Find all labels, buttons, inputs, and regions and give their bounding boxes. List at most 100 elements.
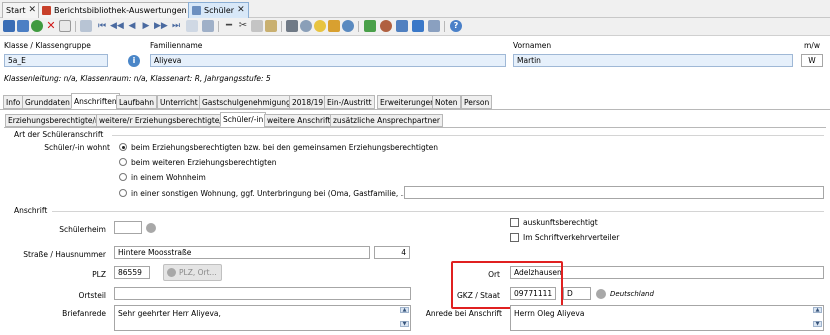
tab-info[interactable]: Info [3,95,24,109]
copy-clipboard-icon[interactable] [251,20,263,32]
tab-ein-austritt[interactable]: Ein-/Austritt [324,95,375,109]
option-label: in einer sonstigen Wohnung, ggf. Unterbr… [131,189,411,198]
plz-ort-button[interactable]: PLZ, Ort... [163,264,222,281]
export-icon[interactable] [412,20,424,32]
tab-erweiterungen[interactable]: Erweiterungen [377,95,438,109]
klassenleitung-info: Klassenleitung: n/a, Klassenraum: n/a, K… [4,74,271,83]
save-all-icon[interactable] [17,20,29,32]
scroll-down-icon[interactable]: ▼ [813,321,822,327]
previous-page-icon[interactable]: ◀◀ [110,20,124,32]
radio-wohnheim[interactable] [119,173,127,181]
tab-grunddaten[interactable]: Grunddaten [22,95,73,109]
klasse-field[interactable]: 5a_E [4,54,108,67]
toolbar: ✕ ⏮ ◀◀ ◀ ▶ ▶▶ ⏭ ━ ✂ ? [0,18,830,36]
mw-field[interactable]: W [801,54,823,67]
student-icon [192,6,201,15]
hausnummer-field[interactable]: 4 [374,246,410,259]
first-record-icon[interactable]: ⏮ [96,20,108,32]
doc-tab-label: Start [6,6,26,15]
scroll-up-icon[interactable]: ▲ [400,307,409,313]
cut-icon[interactable]: ✂ [237,20,249,32]
brush-icon[interactable] [328,20,340,32]
tab-schuljahr[interactable]: 2018/19 [289,95,327,109]
subtab-weitere-anschrift[interactable]: weitere Anschrift [264,114,334,127]
schuelerheim-label: Schülerheim [59,225,106,234]
doc-tab-schueler[interactable]: Schüler ✕ [188,2,249,18]
familienname-label: Familienname [150,41,203,50]
strasse-label: Straße / Hausnummer [23,250,106,259]
strasse-field[interactable]: Hintere Moosstraße [114,246,370,259]
art-section-title: Art der Schüleranschrift [14,130,104,139]
group-icon[interactable] [396,20,408,32]
doc-tab-start[interactable]: Start ✕ [2,2,41,18]
tab-gastschulgenehmigung[interactable]: Gastschulgenehmigung [199,95,294,109]
settings-icon[interactable] [342,20,354,32]
ortsteil-field[interactable] [114,287,411,300]
user-icon[interactable] [380,20,392,32]
tab-person[interactable]: Person [461,95,493,109]
scroll-down-icon[interactable]: ▼ [400,321,409,327]
option-label: beim weiteren Erziehungsberechtigten [131,158,277,167]
anschrift-section-title: Anschrift [14,206,48,215]
tab-divider [0,109,830,110]
save-icon[interactable] [3,20,15,32]
tab-anschriften[interactable]: Anschriften [71,93,120,109]
previous-record-icon[interactable]: ◀ [126,20,138,32]
anrede-label: Anrede bei Anschrift [425,309,502,318]
filter-icon[interactable] [202,20,214,32]
plz-label: PLZ [92,270,106,279]
briefanrede-label: Briefanrede [62,309,106,318]
refresh-icon[interactable] [31,20,43,32]
list-icon[interactable] [186,20,198,32]
highlight-box [451,261,563,309]
schuelerheim-field[interactable] [114,221,142,234]
doc-tab-berichtsbibliothek[interactable]: Berichtsbibliothek-Auswertungen ✕ [38,2,202,18]
schuelerheim-lookup-icon[interactable] [146,223,156,233]
scroll-up-icon[interactable]: ▲ [813,307,822,313]
last-record-icon[interactable]: ⏭ [170,20,182,32]
new-record-icon[interactable] [59,20,71,32]
option-label: in einem Wohnheim [131,173,206,182]
info-icon[interactable]: i [128,55,140,67]
close-icon[interactable]: ✕ [29,6,37,15]
window-icon[interactable] [428,20,440,32]
tools-icon[interactable] [364,20,376,32]
document-tab-bar: Start ✕ Berichtsbibliothek-Auswertungen … [0,0,830,18]
lookup-circle-icon [167,268,176,277]
tab-laufbahn[interactable]: Laufbahn [116,95,158,109]
plz-field[interactable]: 86559 [114,266,150,279]
help-icon[interactable]: ? [450,20,462,32]
idea-icon[interactable] [314,20,326,32]
radio-erziehungsberechtigte[interactable] [119,143,127,151]
copy-icon[interactable] [80,20,92,32]
mw-label: m/w [804,41,820,50]
subtab-erziehungsberechtigte[interactable]: Erziehungsberechtigte/r [5,114,102,127]
staat-field[interactable]: D [563,287,591,300]
close-icon[interactable]: ✕ [237,6,245,15]
sonstige-wohnung-field[interactable] [404,186,824,199]
radio-weiterer-erziehungsberechtigter[interactable] [119,158,127,166]
tab-noten[interactable]: Noten [432,95,461,109]
print-icon[interactable] [286,20,298,32]
tab-unterricht[interactable]: Unterricht [157,95,201,109]
preview-icon[interactable] [300,20,312,32]
minus-icon[interactable]: ━ [223,20,235,32]
subtab-zusaetzliche-ansprechpartner[interactable]: zusätzliche Ansprechpartner [330,114,443,127]
paste-icon[interactable] [265,20,277,32]
staat-lookup-icon[interactable] [596,289,606,299]
next-page-icon[interactable]: ▶▶ [154,20,168,32]
auskunft-label: auskunftsberechtigt [523,218,598,227]
auskunft-checkbox[interactable] [510,218,519,227]
subtab-schueler[interactable]: Schüler/-in [220,112,267,127]
next-record-icon[interactable]: ▶ [140,20,152,32]
subtab-weitere-erziehungsberechtigte[interactable]: weitere/r Erziehungsberechtigte/r [96,114,229,127]
familienname-field[interactable]: Aliyeva [150,54,506,67]
ortsteil-label: Ortsteil [78,291,106,300]
radio-sonstige-wohnung[interactable] [119,189,127,197]
vornamen-field[interactable]: Martin [513,54,793,67]
delete-icon[interactable]: ✕ [45,20,57,32]
briefanrede-field[interactable]: Sehr geehrter Herr Aliyeva, [114,305,411,331]
schriftverkehr-label: Im Schriftverkehrverteiler [523,233,620,242]
anrede-field[interactable]: Herrn Oleg Aliyeva [510,305,824,331]
schriftverkehr-checkbox[interactable] [510,233,519,242]
